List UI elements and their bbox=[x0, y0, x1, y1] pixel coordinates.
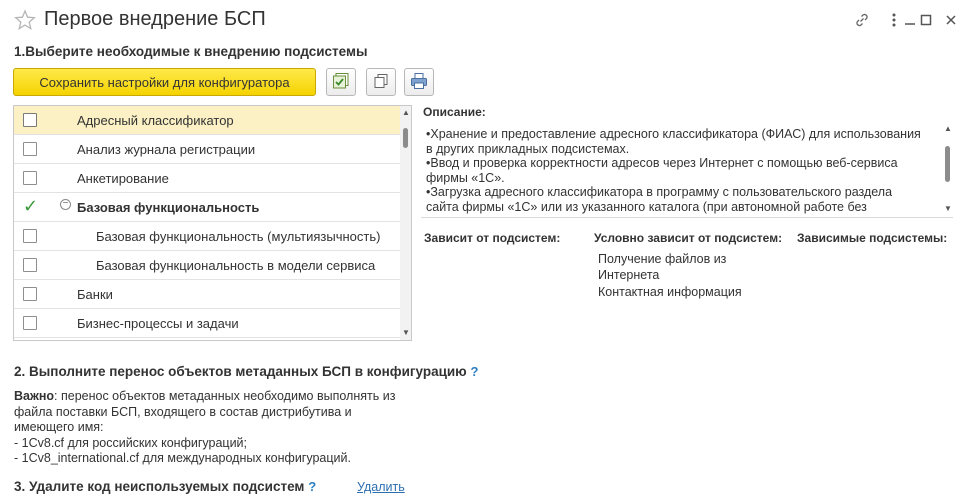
scrollbar-thumb[interactable] bbox=[403, 128, 408, 148]
description-scrollbar[interactable]: ▲ ▼ bbox=[943, 124, 952, 214]
scroll-up-icon[interactable]: ▲ bbox=[402, 108, 410, 117]
description-line: •Ввод и проверка корректности адресов че… bbox=[426, 156, 898, 170]
collapse-icon[interactable]: − bbox=[60, 199, 71, 210]
checkbox[interactable] bbox=[23, 258, 37, 272]
favorite-star-icon[interactable] bbox=[14, 9, 36, 31]
description-label: Описание: bbox=[423, 105, 486, 119]
help-icon[interactable]: ? bbox=[470, 364, 478, 379]
checkbox[interactable] bbox=[23, 171, 37, 185]
step2-note: Важно: перенос объектов метаданных необх… bbox=[14, 389, 395, 467]
step2-heading-text: 2. Выполните перенос объектов метаданных… bbox=[14, 364, 467, 379]
checkbox[interactable] bbox=[23, 287, 37, 301]
save-settings-button[interactable]: Сохранить настройки для конфигуратора bbox=[13, 68, 316, 96]
note-line: файла поставки БСП, входящего в состав д… bbox=[14, 404, 352, 419]
help-icon[interactable]: ? bbox=[308, 479, 316, 494]
list-item[interactable]: Базовая функциональность в модели сервис… bbox=[14, 251, 400, 280]
list-item-label: Базовая функциональность (мультиязычност… bbox=[96, 229, 381, 244]
important-label: Важно bbox=[14, 389, 55, 403]
list-item[interactable]: Базовая функциональность (мультиязычност… bbox=[14, 222, 400, 251]
delete-link[interactable]: Удалить bbox=[357, 480, 405, 494]
list-item[interactable]: Бизнес-процессы и задачи bbox=[14, 309, 400, 338]
close-icon[interactable] bbox=[941, 10, 961, 30]
dependent-subsystems-label: Зависимые подсистемы: bbox=[797, 231, 948, 245]
scroll-down-icon[interactable]: ▼ bbox=[944, 204, 952, 213]
scroll-up-icon[interactable]: ▲ bbox=[944, 124, 952, 133]
checkmark-icon[interactable]: ✓ bbox=[23, 196, 38, 217]
list-item[interactable]: Анализ журнала регистрации bbox=[14, 135, 400, 164]
list-item-label: Базовая функциональность в модели сервис… bbox=[96, 258, 376, 273]
depends-on-label: Зависит от подсистем: bbox=[424, 231, 561, 245]
conditional-item: Интернета bbox=[598, 268, 660, 282]
checkbox[interactable] bbox=[23, 142, 37, 156]
list-item-label: Бизнес-процессы и задачи bbox=[77, 316, 239, 331]
print-button[interactable] bbox=[404, 68, 434, 96]
subsystems-list[interactable]: Адресный классификатор Анализ журнала ре… bbox=[13, 105, 412, 341]
description-line: •Хранение и предоставление адресного кла… bbox=[426, 127, 921, 141]
note-line: - 1Cv8.cf для российских конфигураций; bbox=[14, 435, 248, 450]
divider bbox=[421, 217, 953, 218]
checkbox[interactable] bbox=[23, 316, 37, 330]
list-item[interactable]: ✓ − Базовая функциональность bbox=[14, 193, 400, 222]
maximize-icon[interactable] bbox=[916, 10, 936, 30]
window-title: Первое внедрение БСП bbox=[44, 8, 266, 30]
description-text: •Хранение и предоставление адресного кла… bbox=[426, 127, 946, 214]
list-item-label: Адресный классификатор bbox=[77, 113, 234, 128]
conditional-item: Получение файлов из bbox=[598, 252, 727, 266]
check-all-icon bbox=[332, 72, 350, 93]
conditional-depends-label: Условно зависит от подсистем: bbox=[594, 231, 783, 245]
note-line: : перенос объектов метаданных необходимо… bbox=[54, 389, 396, 403]
description-line: фирмы «1С». bbox=[426, 170, 505, 185]
note-line: - 1Cv8_international.cf для международны… bbox=[14, 451, 351, 465]
list-item[interactable]: Анкетирование bbox=[14, 164, 400, 193]
note-line: имеющего имя: bbox=[14, 420, 104, 434]
step3-heading-text: 3. Удалите код неиспользуемых подсистем bbox=[14, 479, 305, 494]
description-line: •Загрузка адресного классификатора в про… bbox=[426, 185, 893, 199]
description-line: сайта фирмы «1С» или из указанного катал… bbox=[426, 199, 867, 214]
copy-button[interactable] bbox=[366, 68, 396, 96]
list-scrollbar[interactable]: ▲ ▼ bbox=[400, 106, 411, 340]
checkbox[interactable] bbox=[23, 113, 37, 127]
list-item[interactable]: Банки bbox=[14, 280, 400, 309]
step1-heading: 1.Выберите необходимые к внедрению подси… bbox=[14, 44, 368, 59]
step2-heading: 2. Выполните перенос объектов метаданных… bbox=[14, 364, 478, 379]
conditional-item: Контактная информация bbox=[598, 285, 742, 299]
step3-heading: 3. Удалите код неиспользуемых подсистем … bbox=[14, 479, 316, 494]
list-item[interactable]: Адресный классификатор bbox=[14, 106, 400, 135]
check-all-button[interactable] bbox=[326, 68, 356, 96]
link-icon[interactable] bbox=[852, 10, 872, 30]
list-item-label: Банки bbox=[77, 287, 113, 302]
print-icon bbox=[410, 72, 428, 93]
scrollbar-thumb[interactable] bbox=[945, 146, 950, 182]
checkbox[interactable] bbox=[23, 229, 37, 243]
description-line: в других прикладных подсистемах. bbox=[426, 141, 630, 156]
list-item-label: Базовая функциональность bbox=[77, 200, 260, 215]
copy-icon bbox=[373, 73, 389, 92]
list-item-label: Анкетирование bbox=[77, 171, 169, 186]
list-item-label: Анализ журнала регистрации bbox=[77, 142, 256, 157]
scroll-down-icon[interactable]: ▼ bbox=[402, 328, 410, 337]
